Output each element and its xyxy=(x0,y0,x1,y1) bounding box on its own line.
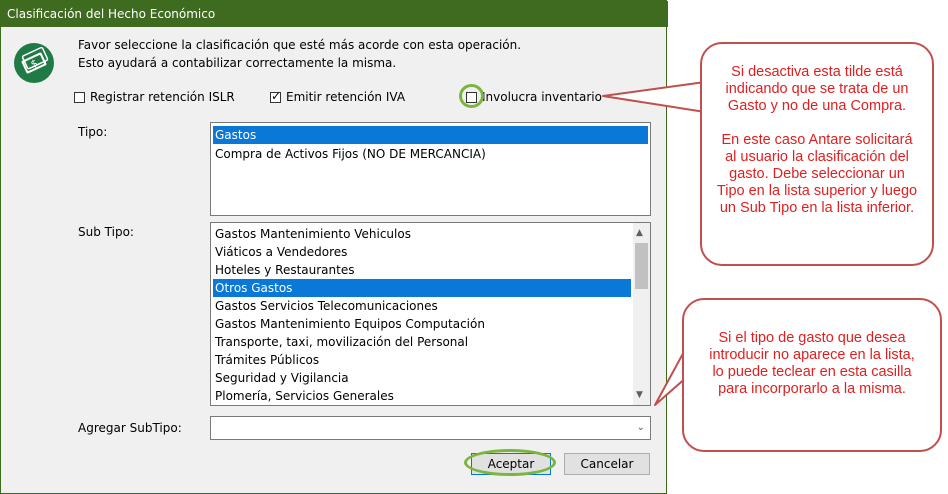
callout-agregar-text: Si el tipo de gasto que desea introducir… xyxy=(709,330,915,397)
callout-agregar-subtipo: Si el tipo de gasto que desea introducir… xyxy=(682,298,942,452)
callout-inventario-para1: Si desactiva esta tilde está indicando q… xyxy=(725,64,909,114)
callout-inventario: Si desactiva esta tilde está indicando q… xyxy=(700,42,934,266)
callout-inventario-para2: En este caso Antare solicitará al usuari… xyxy=(716,132,918,216)
